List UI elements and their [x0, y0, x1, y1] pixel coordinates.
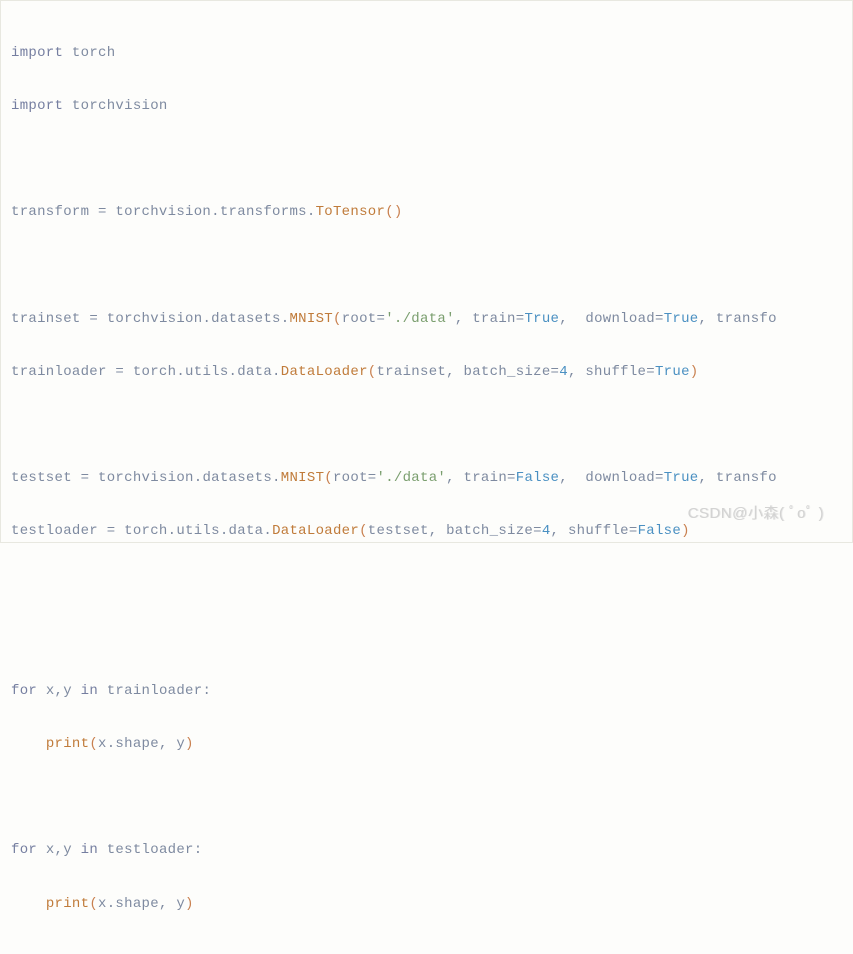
- bool-true: True: [524, 311, 559, 327]
- code-line: for x,y in trainloader:: [11, 678, 842, 705]
- fn-dataloader: DataLoader: [281, 364, 368, 380]
- keyword-in: in: [81, 842, 98, 858]
- paren-close: ): [185, 736, 194, 752]
- var-trainloader: trainloader: [11, 364, 107, 380]
- operator-eq: =: [89, 311, 98, 327]
- kwarg-shuffle: shuffle: [568, 523, 629, 539]
- fn-dataloader: DataLoader: [272, 523, 359, 539]
- bool-true: True: [655, 364, 690, 380]
- module-path: torchvision.transforms.: [115, 204, 315, 220]
- parens: (): [385, 204, 402, 220]
- module-torch: torch: [72, 45, 116, 61]
- fn-mnist: MNIST: [281, 470, 325, 486]
- var-xy: x,y: [46, 683, 72, 699]
- colon: :: [202, 683, 211, 699]
- var-trainset: trainset: [11, 311, 81, 327]
- module-path: torchvision.datasets.: [98, 470, 281, 486]
- paren-close: ): [185, 896, 194, 912]
- operator-eq: =: [115, 364, 124, 380]
- kwarg-shuffle: shuffle: [585, 364, 646, 380]
- colon: :: [194, 842, 203, 858]
- kwarg-root: root: [333, 470, 368, 486]
- code-line: print(x.shape, y): [11, 731, 842, 758]
- indent: [11, 736, 46, 752]
- code-line-blank: [11, 784, 842, 811]
- kwarg-download: download: [585, 470, 655, 486]
- code-line: trainloader = torch.utils.data.DataLoade…: [11, 359, 842, 386]
- paren-open: (: [324, 470, 333, 486]
- args-shape-y: x.shape, y: [98, 896, 185, 912]
- code-line: for x,y in testloader:: [11, 837, 842, 864]
- code-line: print(x.shape, y): [11, 891, 842, 918]
- kwarg-batch-size: batch_size: [446, 523, 533, 539]
- var-trainloader: trainloader: [107, 683, 203, 699]
- args-shape-y: x.shape, y: [98, 736, 185, 752]
- keyword-import: import: [11, 45, 63, 61]
- code-line-blank: [11, 146, 842, 173]
- kwarg-download: download: [585, 311, 655, 327]
- arg-testset: testset: [368, 523, 429, 539]
- operator-eq: =: [107, 523, 116, 539]
- num-4: 4: [542, 523, 551, 539]
- module-torchvision: torchvision: [72, 98, 168, 114]
- module-path: torchvision.datasets.: [107, 311, 290, 327]
- keyword-for: for: [11, 842, 37, 858]
- bool-false: False: [638, 523, 682, 539]
- var-testloader: testloader: [11, 523, 98, 539]
- keyword-in: in: [81, 683, 98, 699]
- kwarg-transform-cut: transfo: [716, 470, 777, 486]
- code-line: import torchvision: [11, 93, 842, 120]
- fn-totensor: ToTensor: [316, 204, 386, 220]
- var-transform: transform: [11, 204, 89, 220]
- paren-open: (: [89, 896, 98, 912]
- var-testloader: testloader: [107, 842, 194, 858]
- code-line: import torch: [11, 40, 842, 67]
- code-line-blank: [11, 625, 842, 652]
- code-line-blank: [11, 571, 842, 598]
- bool-false: False: [516, 470, 560, 486]
- kwarg-root: root: [342, 311, 377, 327]
- module-path: torch.utils.data.: [133, 364, 281, 380]
- watermark-text: CSDN@小森( ﾟoﾟ ): [688, 500, 824, 529]
- paren-open: (: [359, 523, 368, 539]
- kwarg-batch-size: batch_size: [464, 364, 551, 380]
- fn-print: print: [46, 736, 90, 752]
- arg-trainset: trainset: [376, 364, 446, 380]
- var-xy: x,y: [46, 842, 72, 858]
- keyword-for: for: [11, 683, 37, 699]
- paren-close: ): [690, 364, 699, 380]
- code-block: import torch import torchvision transfor…: [1, 1, 852, 954]
- kwarg-train: train: [464, 470, 508, 486]
- paren-open: (: [89, 736, 98, 752]
- fn-print: print: [46, 896, 90, 912]
- num-4: 4: [559, 364, 568, 380]
- string-data: './data': [385, 311, 455, 327]
- bool-true: True: [664, 311, 699, 327]
- indent: [11, 896, 46, 912]
- code-line-blank: [11, 252, 842, 279]
- operator-eq: =: [98, 204, 107, 220]
- code-line: testset = torchvision.datasets.MNIST(roo…: [11, 465, 842, 492]
- keyword-import: import: [11, 98, 63, 114]
- string-data: './data': [377, 470, 447, 486]
- code-line-blank: [11, 412, 842, 439]
- kwarg-transform-cut: transfo: [716, 311, 777, 327]
- code-line: transform = torchvision.transforms.ToTen…: [11, 199, 842, 226]
- operator-eq: =: [81, 470, 90, 486]
- var-testset: testset: [11, 470, 72, 486]
- fn-mnist: MNIST: [289, 311, 333, 327]
- bool-true: True: [664, 470, 699, 486]
- code-line: trainset = torchvision.datasets.MNIST(ro…: [11, 306, 842, 333]
- module-path: torch.utils.data.: [124, 523, 272, 539]
- paren-open: (: [333, 311, 342, 327]
- kwarg-train: train: [472, 311, 516, 327]
